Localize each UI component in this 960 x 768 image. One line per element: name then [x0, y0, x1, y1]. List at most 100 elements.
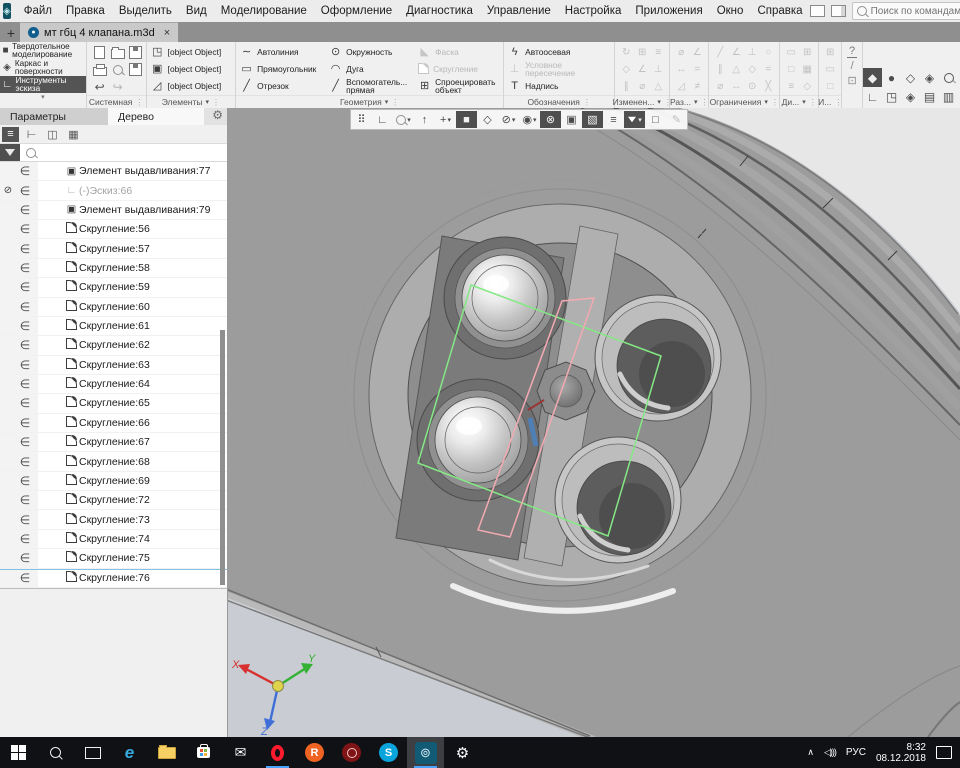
speaker-icon[interactable]: ◁))): [824, 747, 836, 758]
group-handle[interactable]: ⋮: [809, 98, 817, 107]
menu-item-12[interactable]: Справка: [750, 2, 809, 20]
taskbar-red-app-icon[interactable]: [333, 737, 370, 768]
tree-row[interactable]: ∈Скругление:62: [0, 336, 227, 355]
language-indicator[interactable]: РУС: [846, 747, 866, 758]
tree-row[interactable]: ∈Скругление:57: [0, 239, 227, 258]
caret-down-icon[interactable]: ▾: [206, 98, 210, 106]
redo-icon[interactable]: ↪: [109, 78, 127, 95]
geometry-button-circle[interactable]: ⊙Окружность: [327, 43, 412, 60]
tree-row[interactable]: ∈Скругление:58: [0, 259, 227, 278]
grip-icon[interactable]: ⠿: [351, 111, 372, 128]
menu-item-1[interactable]: Файл: [17, 2, 59, 20]
tree-row[interactable]: ∈Скругление:76: [0, 569, 227, 588]
tree-row[interactable]: ∈Скругление:59: [0, 278, 227, 297]
undo-icon[interactable]: ↩: [91, 78, 109, 95]
elements-button-2[interactable]: ▣[object Object]: [149, 60, 233, 77]
caret-down-icon[interactable]: ▾: [694, 98, 698, 106]
doc-icon[interactable]: □: [645, 111, 666, 128]
tree-scrollbar[interactable]: [220, 330, 225, 585]
view-iso-cube[interactable]: ◆: [863, 68, 882, 87]
tab-tree[interactable]: Дерево: [108, 108, 204, 125]
fit-icon[interactable]: ⊡: [848, 74, 857, 87]
tree-toolbar-icon-1[interactable]: ≡: [2, 127, 19, 142]
clock[interactable]: 8:32 08.12.2018: [876, 742, 926, 764]
taskbar-explorer-icon[interactable]: [148, 737, 185, 768]
group-handle[interactable]: ⋮: [212, 98, 220, 107]
filter-icon[interactable]: [0, 144, 20, 161]
geometry-button-rect[interactable]: ▭Прямоугольник: [238, 60, 323, 77]
menu-item-8[interactable]: Управление: [480, 2, 558, 20]
zones-icon[interactable]: ▧: [582, 111, 603, 128]
tree-row[interactable]: ∈Скругление:63: [0, 356, 227, 375]
sketch-icon[interactable]: ∟: [372, 111, 393, 128]
section-icon[interactable]: ⊗: [540, 111, 561, 128]
geometry-button-arc[interactable]: ◠Дуга: [327, 60, 412, 77]
tree-toolbar-icon-3[interactable]: ◫: [44, 127, 61, 142]
clip-icon[interactable]: ▣: [561, 111, 582, 128]
save-icon[interactable]: [127, 44, 145, 61]
menu-item-5[interactable]: Моделирование: [214, 2, 314, 20]
axes-icon[interactable]: +▾: [435, 111, 456, 128]
pencil-icon[interactable]: ✎: [666, 111, 687, 128]
toolset-1[interactable]: ■Твердотельное моделирование: [0, 42, 86, 59]
tree-row[interactable]: ∈Скругление:68: [0, 452, 227, 471]
group-handle[interactable]: ⋮: [391, 98, 399, 107]
fraction-icon[interactable]: /: [851, 60, 854, 72]
view-save[interactable]: ▤: [920, 87, 939, 106]
tree-row[interactable]: ∈Скругление:65: [0, 394, 227, 413]
tree-row[interactable]: ∈Скругление:74: [0, 530, 227, 549]
menu-item-3[interactable]: Выделить: [112, 2, 179, 20]
tree-row[interactable]: ∈Скругление:69: [0, 472, 227, 491]
tree-row[interactable]: ∈Скругление:66: [0, 414, 227, 433]
caret-down-icon[interactable]: ▾: [764, 98, 768, 106]
view-extrude[interactable]: ◳: [882, 87, 901, 106]
elements-button-3[interactable]: ◿[object Object]: [149, 77, 233, 94]
taskbar-store-icon[interactable]: [185, 737, 222, 768]
geometry-button-autoline[interactable]: ∼Автолиния: [238, 43, 323, 60]
document-tab[interactable]: ● мт гбц 4 клапана.m3d ×: [20, 22, 178, 42]
notation-button-1[interactable]: ϟАвтоосевая: [506, 43, 612, 60]
taskbar-kompas-icon[interactable]: ⊚: [407, 737, 444, 768]
orient-icon[interactable]: ↑: [414, 111, 435, 128]
caret-down-icon[interactable]: ▾: [385, 98, 389, 106]
3d-model-view[interactable]: X Y Z: [228, 108, 960, 737]
tree-toolbar-icon-4[interactable]: ▦: [65, 127, 82, 142]
notification-icon[interactable]: [936, 746, 952, 759]
taskbar-settings-icon[interactable]: ⚙: [444, 737, 481, 768]
tree-row[interactable]: ∈Скругление:72: [0, 491, 227, 510]
tree-search-input[interactable]: [20, 144, 227, 161]
tree-row[interactable]: ∈Скругление:56: [0, 220, 227, 239]
taskbar-edge-icon[interactable]: e: [111, 737, 148, 768]
view-wire-cube[interactable]: ◇: [901, 68, 920, 87]
view-window[interactable]: ▥: [939, 87, 958, 106]
taskbar-r-browser-icon[interactable]: R: [296, 737, 333, 768]
filter-icon[interactable]: ▾: [624, 111, 645, 128]
toolset-expand-caret[interactable]: ▾: [0, 93, 86, 103]
taskbar-mail-icon[interactable]: ✉: [222, 737, 259, 768]
tree-row[interactable]: ∈Скругление:75: [0, 549, 227, 568]
camera-icon[interactable]: ◉▾: [519, 111, 540, 128]
gear-icon[interactable]: ⚙: [208, 108, 227, 125]
group-handle[interactable]: ⋮: [135, 98, 143, 107]
group-handle[interactable]: ⋮: [771, 98, 779, 107]
cube-shaded-icon[interactable]: ■: [456, 111, 477, 128]
tree-row[interactable]: ∈Скругление:67: [0, 433, 227, 452]
new-document-icon[interactable]: [91, 44, 109, 61]
menu-item-10[interactable]: Приложения: [628, 2, 709, 20]
menu-item-2[interactable]: Правка: [59, 2, 112, 20]
view-surface[interactable]: ◈: [901, 87, 920, 106]
cube-wire-icon[interactable]: ◇: [477, 111, 498, 128]
view-shading[interactable]: ●: [882, 68, 901, 87]
eye-slash-icon[interactable]: ⊘▾: [498, 111, 519, 128]
taskbar-search-icon[interactable]: [37, 737, 74, 768]
view-ghost-cube[interactable]: ◈: [920, 68, 939, 87]
tree-row[interactable]: ∈Скругление:73: [0, 510, 227, 529]
group-handle[interactable]: ⋮: [701, 98, 709, 107]
taskbar-start-icon[interactable]: [0, 737, 37, 768]
group-handle[interactable]: ⋮: [834, 98, 842, 107]
taskbar-opera-icon[interactable]: [259, 737, 296, 768]
tray-chevron-icon[interactable]: ∧: [807, 747, 814, 758]
menu-item-6[interactable]: Оформление: [314, 2, 399, 20]
view-sketch[interactable]: ∟: [863, 87, 882, 106]
3d-viewport[interactable]: ⠿∟▾↑+▾■◇⊘▾◉▾⊗▣▧≡▾□✎: [228, 108, 960, 737]
